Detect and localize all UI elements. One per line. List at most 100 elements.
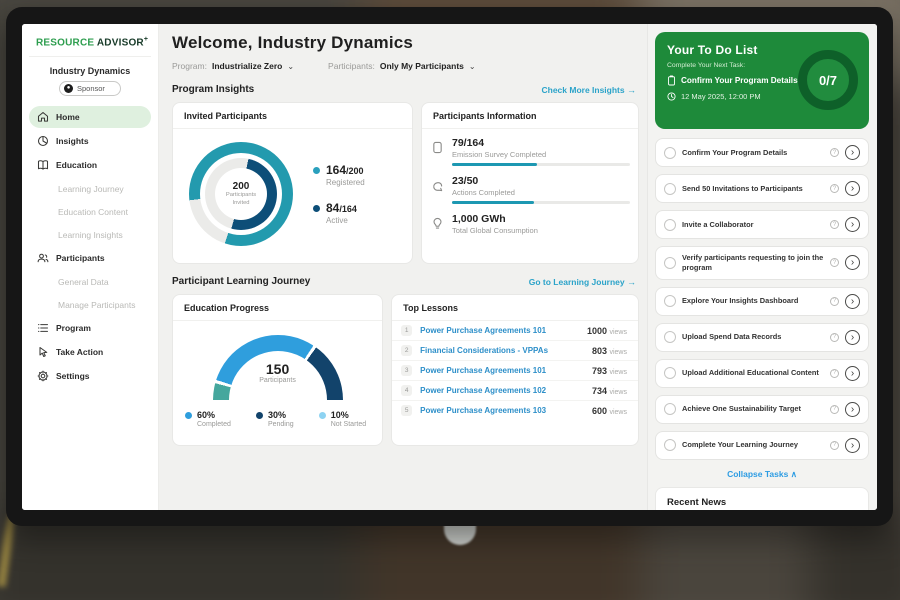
sidebar-item-learning-journey[interactable]: Learning Journey [29,178,151,199]
task-checkbox[interactable] [664,439,676,451]
survey-icon [432,137,445,166]
section-learning-journey: Participant Learning Journey [172,276,310,287]
lesson-row: 4 Power Purchase Agreements 102 734 view… [392,381,638,401]
logo-plus: + [144,36,148,43]
sidebar-nav: Home Insights Education Learning Journey… [29,106,151,389]
sidebar-item-settings[interactable]: Settings [29,365,151,387]
card-title: Education Progress [173,295,382,321]
task-row[interactable]: Upload Additional Educational Content ? … [655,359,869,388]
home-icon [37,111,49,123]
section-program-insights: Program Insights [172,84,254,95]
check-more-insights-link[interactable]: Check More Insights → [541,85,636,95]
card-title: Participants Information [422,103,638,129]
help-icon: ? [830,333,839,342]
program-filter[interactable]: Program: Industrialize Zero ⌄ [172,61,294,71]
legend-active: 84/164 Active [313,201,365,225]
sidebar-item-take-action[interactable]: Take Action [29,341,151,363]
rank-badge: 1 [401,325,412,336]
task-checkbox[interactable] [664,219,676,231]
task-row[interactable]: Send 50 Invitations to Participants ? › [655,174,869,203]
task-checkbox[interactable] [664,147,676,159]
sidebar-item-learning-insights[interactable]: Learning Insights [29,224,151,245]
sidebar-item-education-content[interactable]: Education Content [29,201,151,222]
task-checkbox[interactable] [664,403,676,415]
rank-badge: 5 [401,405,412,416]
legend-dot [319,412,326,419]
go-to-learning-journey-link[interactable]: Go to Learning Journey → [529,277,636,287]
task-row[interactable]: Confirm Your Program Details ? › [655,138,869,167]
task-row[interactable]: Explore Your Insights Dashboard ? › [655,287,869,316]
help-icon: ? [830,258,839,267]
chevron-right-icon[interactable]: › [845,330,860,345]
chevron-right-icon[interactable]: › [845,181,860,196]
task-row[interactable]: Achieve One Sustainability Target ? › [655,395,869,424]
arrow-right-icon: → [627,277,636,287]
chevron-right-icon[interactable]: › [845,255,860,270]
chevron-right-icon[interactable]: › [845,145,860,160]
task-list: Confirm Your Program Details ? › Send 50… [655,138,869,460]
logo-resource: RESOURCE [36,37,94,48]
recent-news-title: Recent News [656,488,868,510]
participants-filter[interactable]: Participants: Only My Participants ⌄ [328,61,476,71]
clipboard-icon [667,75,676,86]
background-scene: RESOURCE ADVISOR+ Industry Dynamics ● Sp… [0,0,900,600]
main-content: Welcome, Industry Dynamics Program: Indu… [159,24,647,510]
task-checkbox[interactable] [664,183,676,195]
sidebar-item-program[interactable]: Program [29,317,151,339]
rank-badge: 4 [401,385,412,396]
card-title: Top Lessons [392,295,638,321]
lesson-row: 2 Financial Considerations - VPPAs 803 v… [392,341,638,361]
task-checkbox[interactable] [664,257,676,269]
arrow-right-icon: → [627,85,636,95]
task-checkbox[interactable] [664,295,676,307]
progress-bar [452,201,630,204]
invited-participants-card: Invited Participants 200 Participants In… [172,102,413,264]
rank-badge: 3 [401,365,412,376]
task-row[interactable]: Complete Your Learning Journey ? › [655,431,869,460]
collapse-tasks-link[interactable]: Collapse Tasks ∧ [655,460,869,487]
legend-completed: 60%Completed [185,410,231,428]
lesson-row: 5 Power Purchase Agreements 103 600 view… [392,401,638,420]
sidebar-item-manage-participants[interactable]: Manage Participants [29,294,151,315]
gauge-center-value: 150 [213,361,343,377]
sidebar-item-insights[interactable]: Insights [29,130,151,152]
lesson-link[interactable]: Financial Considerations - VPPAs [420,346,592,355]
education-progress-card: Education Progress 150 Participants [172,294,383,446]
legend-dot [313,167,320,174]
chevron-right-icon[interactable]: › [845,402,860,417]
sidebar-item-general-data[interactable]: General Data [29,271,151,292]
org-name: Industry Dynamics [29,66,151,76]
task-checkbox[interactable] [664,367,676,379]
lesson-link[interactable]: Power Purchase Agreements 101 [420,326,587,335]
gauge-center-label: Participants [213,377,343,384]
chevron-right-icon[interactable]: › [845,366,860,381]
lesson-link[interactable]: Power Purchase Agreements 102 [420,386,592,395]
help-icon: ? [830,369,839,378]
chevron-up-icon: ∧ [791,469,797,479]
page-title: Welcome, Industry Dynamics [172,33,642,53]
insights-icon [37,135,49,147]
todo-progress-ring: 0/7 [798,50,858,110]
sidebar-item-home[interactable]: Home [29,106,151,128]
sponsor-badge[interactable]: ● Sponsor [59,81,121,96]
task-row[interactable]: Verify participants requesting to join t… [655,246,869,280]
chevron-down-icon: ⌄ [287,62,294,71]
help-icon: ? [830,441,839,450]
legend-dot [185,412,192,419]
task-row[interactable]: Invite a Collaborator ? › [655,210,869,239]
chevron-right-icon[interactable]: › [845,294,860,309]
chevron-right-icon[interactable]: › [845,438,860,453]
task-checkbox[interactable] [664,331,676,343]
dashboard-screen: RESOURCE ADVISOR+ Industry Dynamics ● Sp… [22,24,877,510]
participants-information-card: Participants Information 79/164 Emission… [421,102,639,264]
task-row[interactable]: Upload Spend Data Records ? › [655,323,869,352]
sidebar-item-education[interactable]: Education [29,154,151,176]
lesson-link[interactable]: Power Purchase Agreements 101 [420,366,592,375]
sidebar-item-participants[interactable]: Participants [29,247,151,269]
card-title: Invited Participants [173,103,412,129]
bulb-icon [432,213,445,239]
lesson-link[interactable]: Power Purchase Agreements 103 [420,406,592,415]
donut-center-label: Participants Invited [221,192,261,206]
rank-badge: 2 [401,345,412,356]
chevron-right-icon[interactable]: › [845,217,860,232]
